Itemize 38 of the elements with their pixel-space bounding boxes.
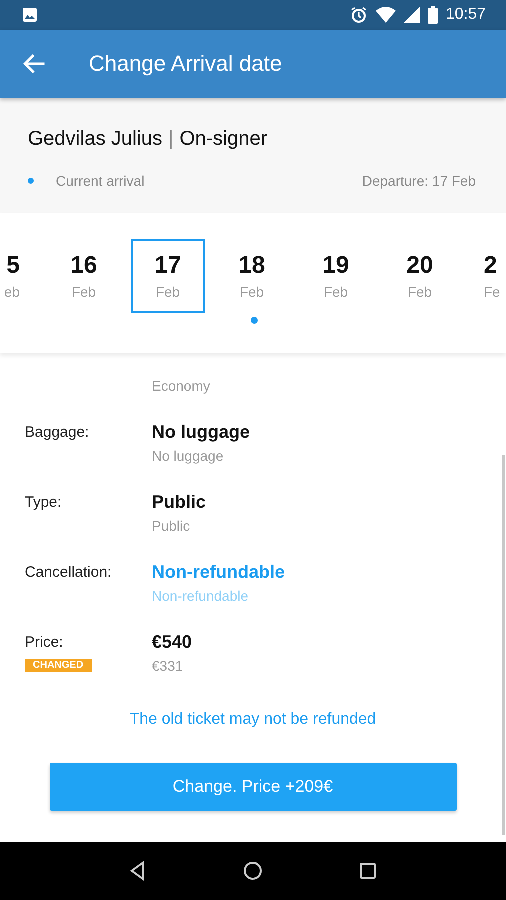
field-subvalue: Economy [152, 378, 210, 394]
date-option[interactable]: 5 eb [2, 239, 22, 313]
field-value: Public [152, 492, 206, 513]
departure-date: Departure: 17 Feb [362, 173, 476, 189]
person-name: Gedvilas Julius [28, 128, 163, 151]
clock-time: 10:57 [446, 6, 486, 24]
field-label: Cancellation: [25, 564, 112, 581]
field-value: €540 [152, 632, 192, 653]
date-option[interactable]: 19 Feb [299, 239, 373, 313]
screen-title: Change Arrival date [89, 51, 282, 77]
legend-dot-icon [28, 178, 34, 184]
wifi-icon [376, 7, 396, 23]
date-option[interactable]: 17 Feb [131, 239, 205, 313]
page-indicator-icon [250, 317, 258, 324]
field-label: Price: [25, 634, 64, 651]
date-option[interactable]: 20 Feb [383, 239, 457, 313]
field-subvalue: €331 [152, 658, 184, 674]
separator: | [168, 128, 174, 151]
recents-icon[interactable] [358, 861, 378, 881]
date-option[interactable]: 2 Fe [482, 239, 502, 313]
home-icon[interactable] [242, 861, 263, 881]
field-subvalue: Non-refundable [152, 588, 250, 604]
image-icon [22, 7, 38, 23]
date-option[interactable]: 16 Feb [47, 239, 121, 313]
person-role: On-signer [180, 128, 268, 151]
field-label: Baggage: [25, 424, 90, 441]
battery-icon [428, 6, 438, 24]
alarm-icon [350, 6, 368, 24]
signal-icon [404, 7, 420, 23]
changed-badge: CHANGED [25, 659, 92, 672]
field-subvalue: Public [152, 518, 192, 534]
date-option[interactable]: 18 Feb [215, 239, 289, 313]
field-value: No luggage [152, 422, 250, 443]
refund-notice: The old ticket may not be refunded [128, 711, 378, 729]
field-value: Non-refundable [152, 562, 285, 583]
field-subvalue: No luggage [152, 448, 225, 464]
legend-label: Current arrival [56, 173, 145, 189]
field-label: Type: [25, 494, 62, 511]
